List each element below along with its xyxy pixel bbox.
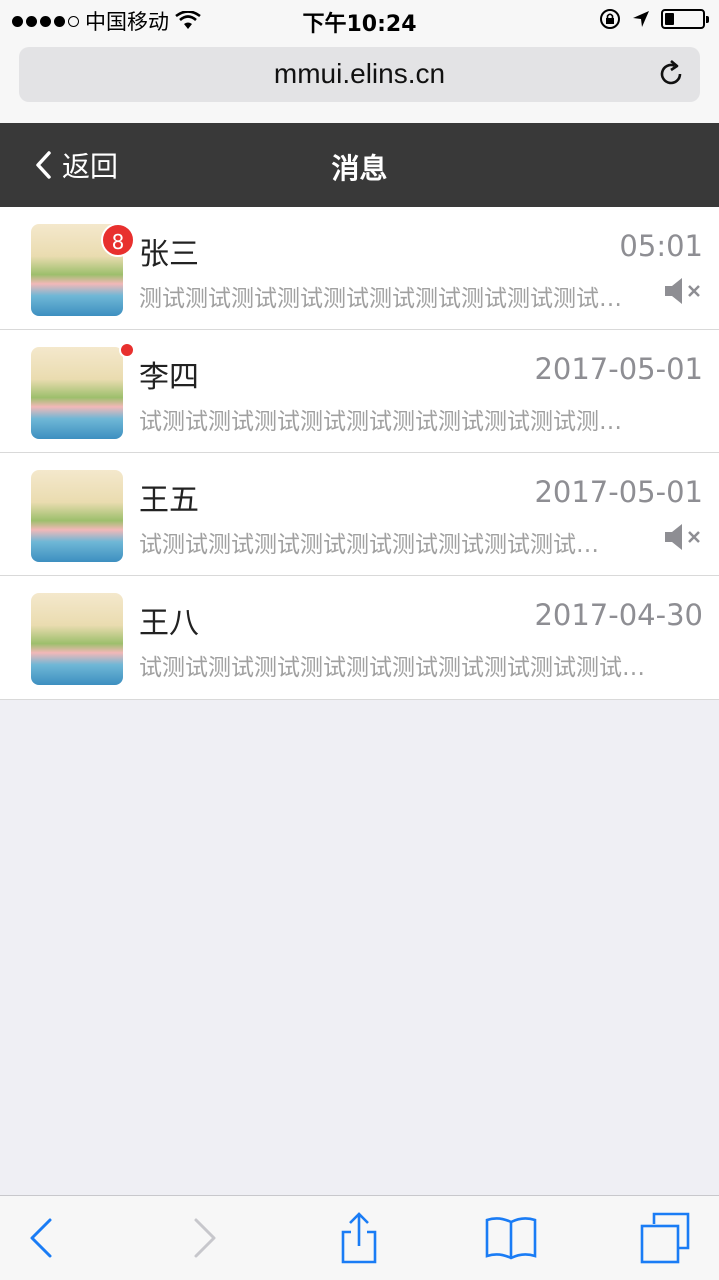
reload-icon[interactable] (656, 59, 686, 89)
location-arrow-icon (633, 11, 649, 27)
tabs-icon[interactable] (640, 1212, 692, 1264)
message-item-wangwu[interactable]: 王五 2017-05-01 试测试测试测试测试测试测试测试测试测试… (0, 453, 719, 576)
message-preview: 试测试测试测试测试测试测试测试测试测试测试… (139, 655, 645, 681)
browser-forward-icon[interactable] (178, 1212, 230, 1264)
contact-name: 李四 (139, 360, 199, 395)
message-time: 05:01 (619, 229, 703, 263)
message-item-lisi[interactable]: 李四 2017-05-01 试测试测试测试测试测试测试测试测试测试测… (0, 330, 719, 453)
message-preview: 试测试测试测试测试测试测试测试测试测试测… (139, 409, 622, 435)
battery-level-fill (665, 13, 674, 25)
contact-name: 王五 (139, 483, 199, 518)
page-title: 消息 (331, 152, 388, 185)
browser-back-icon[interactable] (16, 1212, 68, 1264)
message-preview: 试测试测试测试测试测试测试测试测试测试… (139, 532, 599, 558)
message-time: 2017-04-30 (534, 598, 703, 632)
unread-count-badge: 8 (101, 223, 135, 257)
orientation-lock-icon (600, 9, 620, 29)
avatar (31, 593, 123, 685)
message-time: 2017-05-01 (534, 475, 703, 509)
unread-dot-badge (119, 342, 135, 358)
status-right (599, 8, 709, 30)
mute-icon (665, 524, 700, 550)
message-list: 8 张三 05:01 测试测试测试测试测试测试测试测试测试测试… 李四 2017… (0, 207, 719, 700)
message-item-zhangsan[interactable]: 8 张三 05:01 测试测试测试测试测试测试测试测试测试测试… (0, 207, 719, 330)
bookmarks-icon[interactable] (485, 1212, 537, 1264)
address-bar[interactable]: mmui.elins.cn (19, 47, 700, 102)
status-bar: 中国移动 下午10:24 (0, 0, 719, 40)
share-icon[interactable] (333, 1212, 385, 1264)
url-text[interactable]: mmui.elins.cn (19, 58, 700, 90)
contact-name: 张三 (139, 237, 199, 272)
message-item-wangba[interactable]: 王八 2017-04-30 试测试测试测试测试测试测试测试测试测试测试… (0, 576, 719, 699)
browser-top-bar: mmui.elins.cn (0, 40, 719, 123)
browser-toolbar (0, 1195, 719, 1280)
message-time: 2017-05-01 (534, 352, 703, 386)
avatar (31, 470, 123, 562)
app-header: 返回 消息 (0, 123, 719, 207)
avatar (31, 347, 123, 439)
mute-icon (665, 278, 700, 304)
battery-icon (661, 9, 709, 29)
message-preview: 测试测试测试测试测试测试测试测试测试测试… (139, 286, 622, 312)
contact-name: 王八 (139, 606, 199, 641)
